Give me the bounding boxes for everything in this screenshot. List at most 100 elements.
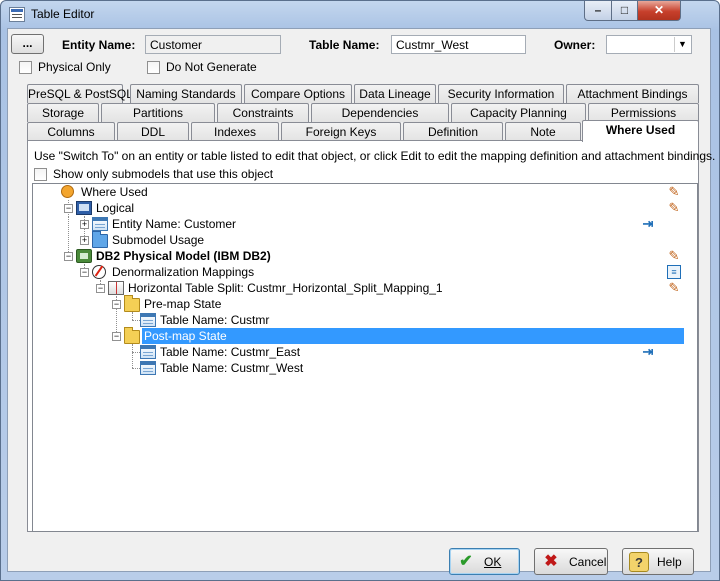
where-used-tree[interactable]: Where Used ✎ − Logical ✎ + Entity Name: … — [32, 183, 698, 532]
tree-node-table-custmr-west[interactable]: Table Name: Custmr_West — [33, 360, 697, 376]
tree-node-label: Submodel Usage — [112, 233, 205, 247]
close-icon: ✕ — [653, 3, 665, 17]
collapse-icon[interactable]: − — [112, 300, 121, 309]
close-button[interactable]: ✕ — [637, 1, 681, 21]
table-icon — [92, 217, 108, 231]
help-button[interactable]: ? Help — [622, 548, 694, 575]
collapse-icon[interactable]: − — [80, 268, 89, 277]
chevron-down-icon[interactable]: ▼ — [674, 37, 690, 52]
tree-node-label: Table Name: Custmr_East — [160, 345, 301, 359]
edit-icon[interactable]: ✎ — [667, 185, 681, 199]
selected-row-highlight: Post-map State — [142, 328, 684, 344]
tree-node-db2-physical-model[interactable]: − DB2 Physical Model (IBM DB2) ✎ — [33, 248, 697, 264]
logical-model-icon — [76, 201, 92, 215]
tab-attachment-bindings[interactable]: Attachment Bindings — [566, 84, 699, 103]
minimize-button[interactable]: – — [584, 1, 612, 21]
tree-node-table-custmr[interactable]: Table Name: Custmr — [33, 312, 697, 328]
tree-node-post-map-state[interactable]: − Post-map State — [33, 327, 697, 344]
tree-node-label: Table Name: Custmr_West — [160, 361, 304, 375]
help-label: Help — [657, 554, 682, 569]
tab-constraints[interactable]: Constraints — [217, 103, 309, 122]
entity-name-field[interactable]: Customer — [145, 35, 281, 54]
tree-node-submodel-usage[interactable]: + Submodel Usage — [33, 231, 697, 248]
owner-select[interactable]: ▼ — [606, 35, 692, 54]
tab-indexes[interactable]: Indexes — [191, 122, 279, 141]
tab-columns[interactable]: Columns — [27, 122, 115, 141]
tab-ddl[interactable]: DDL — [117, 122, 189, 141]
collapse-icon[interactable]: − — [112, 332, 121, 341]
title-bar[interactable]: Table Editor – □ ✕ — [1, 1, 719, 29]
tree-node-label: Table Name: Custmr — [160, 313, 270, 327]
tree-node-where-used[interactable]: Where Used ✎ — [33, 184, 697, 200]
tab-storage[interactable]: Storage — [27, 103, 99, 122]
tree-node-label: Pre-map State — [144, 297, 222, 311]
tab-security-information[interactable]: Security Information — [438, 84, 564, 103]
cancel-button[interactable]: ✖ Cancel — [534, 548, 608, 575]
physical-only-label: Physical Only — [38, 60, 111, 74]
ok-button[interactable]: ✔ OK — [449, 548, 520, 575]
tab-naming-standards[interactable]: Naming Standards — [130, 84, 242, 103]
tab-dependencies[interactable]: Dependencies — [311, 103, 449, 122]
tab-note[interactable]: Note — [505, 122, 581, 141]
physical-model-icon — [76, 249, 92, 263]
expand-icon[interactable]: + — [80, 236, 89, 245]
tab-foreign-keys[interactable]: Foreign Keys — [281, 122, 401, 141]
tab-data-lineage[interactable]: Data Lineage — [354, 84, 436, 103]
tree-node-label: DB2 Physical Model (IBM DB2) — [96, 249, 271, 263]
tab-where-used[interactable]: Where Used — [582, 120, 699, 142]
maximize-button[interactable]: □ — [611, 1, 638, 21]
tree-node-label: Post-map State — [144, 329, 227, 343]
switch-to-icon[interactable]: ⇥ — [641, 345, 655, 359]
where-used-instructions: Use "Switch To" on an entity or table li… — [34, 149, 716, 163]
tree-node-table-custmr-east[interactable]: Table Name: Custmr_East ⇥ — [33, 344, 697, 360]
browse-entity-button[interactable]: ... — [11, 34, 44, 54]
physical-only-checkbox[interactable]: Physical Only — [19, 60, 111, 74]
do-not-generate-box[interactable] — [147, 60, 160, 74]
tab-presql-postsql[interactable]: PreSQL & PostSQL — [27, 84, 133, 103]
ok-label: OK — [484, 554, 502, 569]
entity-name-label: Entity Name: — [62, 38, 136, 52]
table-icon — [140, 313, 156, 327]
show-only-submodels-box[interactable] — [34, 167, 47, 181]
tab-compare-options[interactable]: Compare Options — [244, 84, 352, 103]
tab-definition[interactable]: Definition — [403, 122, 503, 141]
help-icon: ? — [629, 551, 649, 572]
tree-node-horizontal-table-split[interactable]: − Horizontal Table Split: Custmr_Horizon… — [33, 280, 697, 296]
list-icon[interactable]: ≡ — [667, 265, 681, 279]
edit-icon[interactable]: ✎ — [667, 281, 681, 295]
collapse-icon[interactable]: − — [64, 204, 73, 213]
window-title: Table Editor — [31, 7, 95, 21]
tree-node-entity-customer[interactable]: + Entity Name: Customer ⇥ — [33, 216, 697, 232]
tree-node-logical[interactable]: − Logical ✎ — [33, 200, 697, 216]
folder-icon — [92, 231, 108, 248]
collapse-icon[interactable]: − — [64, 252, 73, 261]
do-not-generate-checkbox[interactable]: Do Not Generate — [147, 60, 257, 74]
table-name-field[interactable]: Custmr_West — [391, 35, 526, 54]
tree-node-label: Logical — [96, 201, 135, 215]
minimize-icon: – — [594, 3, 602, 17]
table-icon — [140, 361, 156, 375]
tree-node-denormalization-mappings[interactable]: − Denormalization Mappings ≡ — [33, 264, 697, 280]
split-icon — [108, 281, 124, 295]
owner-label: Owner: — [554, 38, 596, 52]
tree-node-pre-map-state[interactable]: − Pre-map State — [33, 295, 697, 312]
switch-to-icon[interactable]: ⇥ — [641, 217, 655, 231]
tree-node-label: Denormalization Mappings — [112, 265, 255, 279]
cancel-label: Cancel — [569, 554, 607, 569]
table-editor-app-icon — [9, 7, 25, 22]
collapse-icon[interactable]: − — [96, 284, 105, 293]
expand-icon[interactable]: + — [80, 220, 89, 229]
show-only-submodels-checkbox[interactable]: Show only submodels that use this object — [34, 167, 273, 181]
tree-node-label: Entity Name: Customer — [112, 217, 237, 231]
folder-icon — [124, 327, 140, 344]
physical-only-box[interactable] — [19, 60, 32, 74]
edit-icon[interactable]: ✎ — [667, 249, 681, 263]
tab-capacity-planning[interactable]: Capacity Planning — [451, 103, 586, 122]
tree-node-label: Where Used — [81, 185, 148, 199]
x-mark-icon: ✖ — [544, 552, 558, 570]
table-icon — [140, 345, 156, 359]
tab-partitions[interactable]: Partitions — [101, 103, 215, 122]
do-not-generate-label: Do Not Generate — [166, 60, 257, 74]
edit-icon[interactable]: ✎ — [667, 201, 681, 215]
folder-icon — [124, 295, 140, 312]
